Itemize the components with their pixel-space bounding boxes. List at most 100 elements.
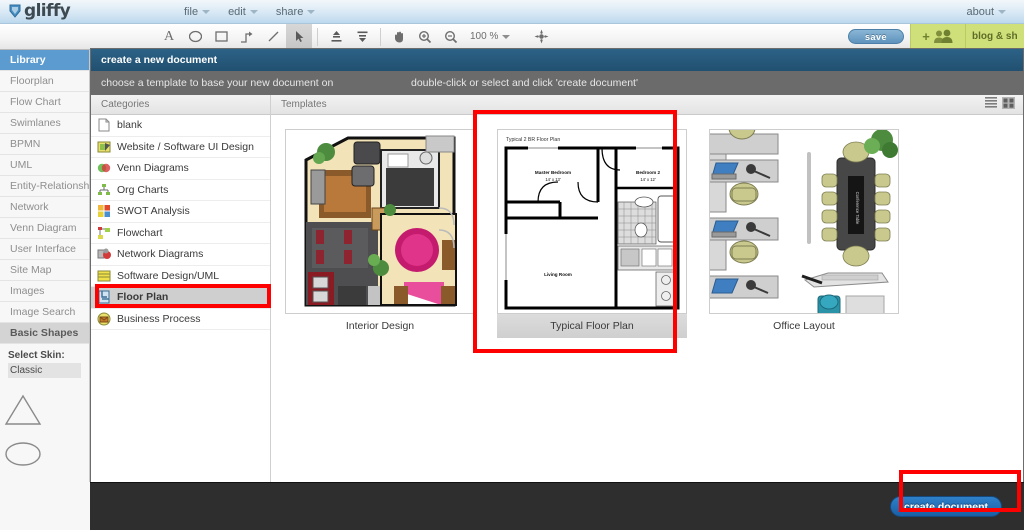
bring-to-front-tool[interactable] — [323, 24, 349, 50]
template-name-interior-design: Interior Design — [345, 320, 415, 332]
sidebar-item-venn-diagram[interactable]: Venn Diagram — [0, 218, 89, 239]
sidebar-item-library[interactable]: Library — [0, 50, 89, 71]
users-icon — [933, 29, 953, 43]
category-row-venn-diagrams[interactable]: Venn Diagrams — [91, 158, 270, 180]
template-name-typical-floor-plan: Typical Floor Plan — [497, 314, 687, 338]
text-tool[interactable]: A — [156, 24, 182, 50]
shape-triangle[interactable] — [0, 388, 45, 432]
add-collaborators-button[interactable]: + — [910, 24, 966, 49]
blog-share-link[interactable]: blog & sh — [966, 24, 1024, 49]
connector-tool-icon — [241, 31, 253, 43]
category-row-network-diagrams[interactable]: Network Diagrams — [91, 244, 270, 266]
skin-selector[interactable]: Select Skin: Classic — [0, 344, 89, 378]
send-to-back-tool[interactable] — [349, 24, 375, 50]
category-row-flowchart[interactable]: Flowchart — [91, 223, 270, 244]
floor-plan-icon — [97, 290, 111, 304]
category-label: SWOT Analysis — [117, 205, 190, 218]
category-row-website-software-ui-design[interactable]: Website / Software UI Design — [91, 137, 270, 158]
grid-view-icon[interactable] — [1002, 97, 1015, 112]
template-thumbnail-interior-design[interactable] — [285, 129, 475, 314]
uml-icon — [97, 269, 111, 283]
gliffy-logo[interactable]: gliffy — [8, 3, 158, 20]
sidebar-item-network[interactable]: Network — [0, 197, 89, 218]
sidebar-item-swimlanes[interactable]: Swimlanes — [0, 113, 89, 134]
category-row-org-charts[interactable]: Org Charts — [91, 180, 270, 201]
app-header: gliffy file edit share about — [0, 0, 1024, 24]
menu-about-label: about — [966, 5, 994, 18]
menu-edit[interactable]: edit — [228, 6, 258, 18]
sidebar-item-site-map[interactable]: Site Map — [0, 260, 89, 281]
category-label: Software Design/UML — [117, 269, 220, 282]
magnifier-plus-icon — [418, 30, 432, 43]
connector-tool[interactable] — [234, 24, 260, 50]
sidebar-list: Library Floorplan Flow Chart Swimlanes BPMN U… — [0, 50, 89, 344]
rectangle-tool[interactable] — [208, 24, 234, 50]
category-label: Floor Plan — [117, 291, 169, 304]
room-dims-bedroom-2: 14' x 12' — [640, 177, 656, 182]
pan-hand-tool[interactable] — [386, 24, 412, 50]
gliffy-logo-text: gliffy — [24, 1, 71, 21]
category-row-software-design-uml[interactable]: Software Design/UML — [91, 266, 270, 287]
sidebar-item-floorplan[interactable]: Floorplan — [0, 71, 89, 92]
dialog-subtitle-bar: choose a template to base your new docum… — [91, 71, 1023, 95]
dialog-title: create a new document — [91, 49, 1023, 71]
website-ui-icon — [97, 140, 111, 154]
pointer-tool[interactable] — [286, 23, 312, 50]
ellipse-tool-icon — [188, 30, 202, 43]
create-document-label: create document — [903, 500, 989, 513]
zoom-in-tool[interactable] — [412, 24, 438, 50]
dialog-body: Categories blank Website / Software UI De… — [91, 95, 1023, 483]
category-row-swot-analysis[interactable]: SWOT Analysis — [91, 201, 270, 223]
list-view-icon[interactable] — [985, 97, 997, 112]
chevron-down-icon — [202, 9, 211, 14]
sidebar-item-images[interactable]: Images — [0, 281, 89, 302]
dialog-subtitle-right: double-click or select and click 'create… — [411, 77, 638, 89]
zoom-level-value: 100 % — [470, 31, 499, 42]
category-row-floor-plan[interactable]: Floor Plan — [91, 287, 270, 309]
org-chart-icon — [97, 183, 111, 197]
dialog-subtitle-left: choose a template to base your new docum… — [101, 77, 334, 89]
chevron-down-icon — [502, 34, 511, 39]
category-label: Website / Software UI Design — [117, 140, 254, 153]
skin-selector-label: Select Skin: — [8, 350, 65, 361]
ellipse-tool[interactable] — [182, 24, 208, 50]
blog-share-label: blog & sh — [972, 31, 1018, 42]
skin-selector-value[interactable]: Classic — [8, 363, 81, 378]
categories-list: blank Website / Software UI Design Venn Di… — [91, 115, 270, 330]
template-card-interior-design[interactable]: Interior Design — [285, 129, 475, 338]
sidebar-item-basic-shapes[interactable]: Basic Shapes — [0, 323, 89, 344]
template-thumbnail-office-layout[interactable]: Conference Table — [709, 129, 899, 314]
fit-to-screen-tool[interactable] — [528, 24, 554, 50]
sidebar-item-user-interface[interactable]: User Interface — [0, 239, 89, 260]
sidebar-item-image-search[interactable]: Image Search — [0, 302, 89, 323]
business-process-icon — [97, 312, 111, 326]
hand-icon — [395, 31, 403, 42]
sidebar-item-entity-relationship[interactable]: Entity-Relationship — [0, 176, 89, 197]
line-tool[interactable] — [260, 24, 286, 50]
save-button[interactable]: save — [848, 29, 904, 44]
template-card-typical-floor-plan[interactable]: Typical 2 BR Floor Plan Master Bedroom 1… — [497, 129, 687, 338]
category-label: Venn Diagrams — [117, 162, 189, 175]
category-row-business-process[interactable]: Business Process — [91, 309, 270, 330]
flowchart-icon — [97, 226, 111, 240]
pointer-arrow-icon — [295, 31, 303, 42]
floor-plan-thumb-title: Typical 2 BR Floor Plan — [506, 137, 560, 143]
create-document-button[interactable]: create document — [890, 496, 1002, 517]
menu-about[interactable]: about — [966, 6, 1006, 18]
zoom-out-tool[interactable] — [438, 24, 464, 50]
room-dims-master-bedroom: 14' x 13' — [545, 177, 561, 182]
sidebar-item-uml[interactable]: UML — [0, 155, 89, 176]
menu-file[interactable]: file — [184, 6, 211, 18]
template-thumbnail-typical-floor-plan[interactable]: Typical 2 BR Floor Plan Master Bedroom 1… — [497, 129, 687, 314]
sidebar-item-flow-chart[interactable]: Flow Chart — [0, 92, 89, 113]
menu-share[interactable]: share — [276, 6, 316, 18]
zoom-level-dropdown[interactable]: 100 % — [470, 31, 511, 42]
shape-ellipse[interactable] — [0, 432, 45, 476]
rectangle-tool-icon — [214, 31, 228, 42]
swot-icon — [97, 204, 111, 218]
sidebar-item-bpmn[interactable]: BPMN — [0, 134, 89, 155]
templates-grid: Interior Design Typical 2 BR Floor Plan — [271, 115, 1023, 338]
chevron-down-icon — [249, 9, 258, 14]
template-card-office-layout[interactable]: Conference Table Office Layout — [709, 129, 899, 338]
category-row-blank[interactable]: blank — [91, 115, 270, 137]
